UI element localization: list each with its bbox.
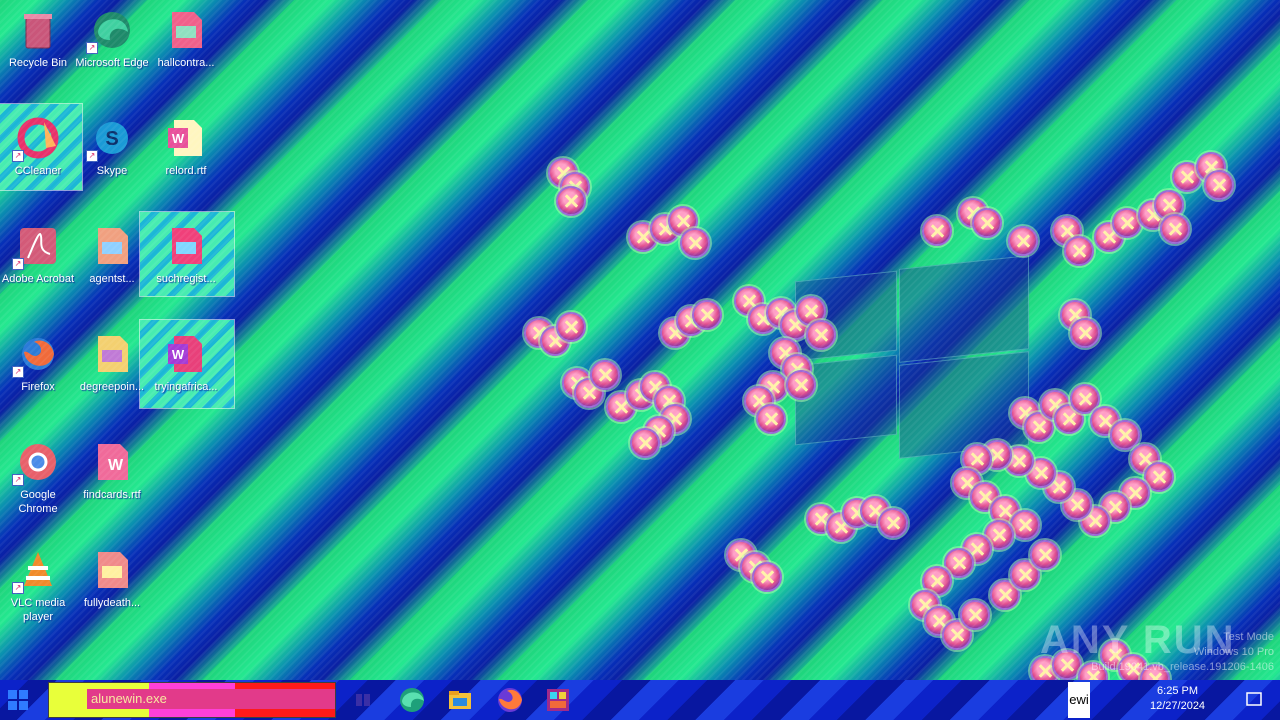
- word-document-icon: W: [164, 116, 208, 160]
- clock-date: 12/27/2024: [1150, 700, 1206, 712]
- watermark-line: Test Mode: [1223, 631, 1274, 643]
- rtf-document-icon: W: [90, 440, 134, 484]
- icon-label: Google Chrome: [18, 489, 58, 515]
- firefox-icon: ↗: [12, 332, 60, 378]
- error-icon: [680, 228, 710, 258]
- desktop-icon-ccleaner[interactable]: ↗ CCleaner: [0, 116, 76, 178]
- firefox-taskbar-icon[interactable]: [494, 684, 526, 716]
- start-button[interactable]: [8, 690, 28, 710]
- error-icon: [556, 186, 586, 216]
- watermark-line: Build 19041.vb_release.191206-1406: [1091, 661, 1274, 673]
- icon-label: tryingafrica...: [154, 381, 218, 393]
- taskbar-search-box[interactable]: alunewin.exe: [48, 682, 336, 718]
- desktop-icon-degreepoin[interactable]: degreepoin...: [74, 332, 150, 394]
- skype-icon: S ↗: [86, 116, 134, 162]
- desktop[interactable]: Recycle Bin ↗ CCleaner ↗ Adobe Acrobat ↗…: [0, 0, 1280, 680]
- image-file-icon: [164, 8, 208, 52]
- file-explorer-icon[interactable]: [444, 684, 476, 716]
- error-icon: [752, 562, 782, 592]
- error-icon: [878, 508, 908, 538]
- desktop-icon-microsoft-edge[interactable]: ↗ Microsoft Edge: [74, 8, 150, 70]
- icon-label: relord.rtf: [165, 165, 207, 177]
- error-icon: [922, 216, 952, 246]
- image-file-icon: [164, 224, 208, 268]
- error-icon: [692, 300, 722, 330]
- error-icon: [590, 360, 620, 390]
- edge-taskbar-icon[interactable]: [396, 684, 428, 716]
- icon-label: Recycle Bin: [8, 57, 68, 69]
- taskbar-text-fragment: ewi: [1068, 682, 1090, 718]
- error-icon: [630, 428, 660, 458]
- image-file-icon: [90, 224, 134, 268]
- error-icon: [1010, 510, 1040, 540]
- error-icon: [972, 208, 1002, 238]
- error-icon: [556, 312, 586, 342]
- chrome-icon: ↗: [12, 440, 60, 486]
- desktop-icon-skype[interactable]: S ↗ Skype: [74, 116, 150, 178]
- icon-label: hallcontra...: [157, 57, 215, 69]
- svg-text:S: S: [105, 128, 118, 150]
- error-icon: [1160, 214, 1190, 244]
- icon-label: Microsoft Edge: [75, 57, 149, 69]
- desktop-icon-google-chrome[interactable]: ↗ Google Chrome: [0, 440, 76, 516]
- watermark-line: Windows 10 Pro: [1193, 646, 1274, 658]
- ccleaner-icon: ↗: [12, 116, 60, 162]
- error-icon: [1064, 236, 1094, 266]
- recycle-bin-icon: [16, 8, 60, 52]
- desktop-icon-recycle-bin[interactable]: Recycle Bin: [0, 8, 76, 70]
- icon-label: Firefox: [21, 381, 55, 393]
- desktop-icon-suchregist[interactable]: suchregist...: [148, 224, 224, 286]
- icon-label: suchregist...: [156, 273, 216, 285]
- icon-label: degreepoin...: [79, 381, 145, 393]
- windows-test-mode-watermark: Test Mode Windows 10 Pro Build 19041.vb_…: [1091, 630, 1274, 675]
- desktop-icon-firefox[interactable]: ↗ Firefox: [0, 332, 76, 394]
- desktop-icon-relord[interactable]: W relord.rtf: [148, 116, 224, 178]
- icon-label: findcards.rtf: [83, 489, 141, 501]
- desktop-icon-agentst[interactable]: agentst...: [74, 224, 150, 286]
- svg-text:W: W: [172, 131, 185, 146]
- tray-clock[interactable]: 6:25 PM 12/27/2024: [1150, 684, 1205, 714]
- error-icon: [1030, 540, 1060, 570]
- desktop-icon-vlc[interactable]: ↗ VLC media player: [0, 548, 76, 624]
- vlc-cone-icon: ↗: [12, 548, 60, 594]
- word-document-icon: W: [164, 332, 208, 376]
- error-icon: [1008, 226, 1038, 256]
- image-file-icon: [90, 548, 134, 592]
- desktop-icon-fullydeath[interactable]: fullydeath...: [74, 548, 150, 610]
- notification-icon[interactable]: [1238, 684, 1270, 716]
- clock-time: 6:25 PM: [1157, 685, 1199, 697]
- task-view-icon[interactable]: [346, 684, 378, 716]
- error-icon: [1110, 420, 1140, 450]
- desktop-icon-adobe-acrobat[interactable]: ↗ Adobe Acrobat: [0, 224, 76, 286]
- icon-label: agentst...: [89, 273, 135, 285]
- icon-label: Skype: [96, 165, 128, 177]
- error-icon: [786, 370, 816, 400]
- search-text: alunewin.exe: [91, 691, 167, 706]
- svg-text:W: W: [172, 347, 185, 362]
- acrobat-icon: ↗: [12, 224, 60, 270]
- svg-text:W: W: [108, 457, 124, 474]
- image-file-icon: [90, 332, 134, 376]
- windows-logo-wallpaper: [795, 255, 1030, 459]
- error-icon: [960, 600, 990, 630]
- icon-label: Adobe Acrobat: [1, 273, 75, 285]
- error-icon: [806, 320, 836, 350]
- running-app-icon[interactable]: [542, 684, 574, 716]
- icon-label: VLC media player: [10, 597, 66, 623]
- error-icon: [1070, 318, 1100, 348]
- error-icon: [1204, 170, 1234, 200]
- desktop-icon-findcards[interactable]: W findcards.rtf: [74, 440, 150, 502]
- error-icon: [756, 404, 786, 434]
- icon-label: fullydeath...: [83, 597, 141, 609]
- icon-label: CCleaner: [14, 165, 62, 177]
- desktop-icon-tryingafrica[interactable]: W tryingafrica...: [148, 332, 224, 394]
- desktop-icon-hallcontra[interactable]: hallcontra...: [148, 8, 224, 70]
- edge-icon: ↗: [86, 8, 134, 54]
